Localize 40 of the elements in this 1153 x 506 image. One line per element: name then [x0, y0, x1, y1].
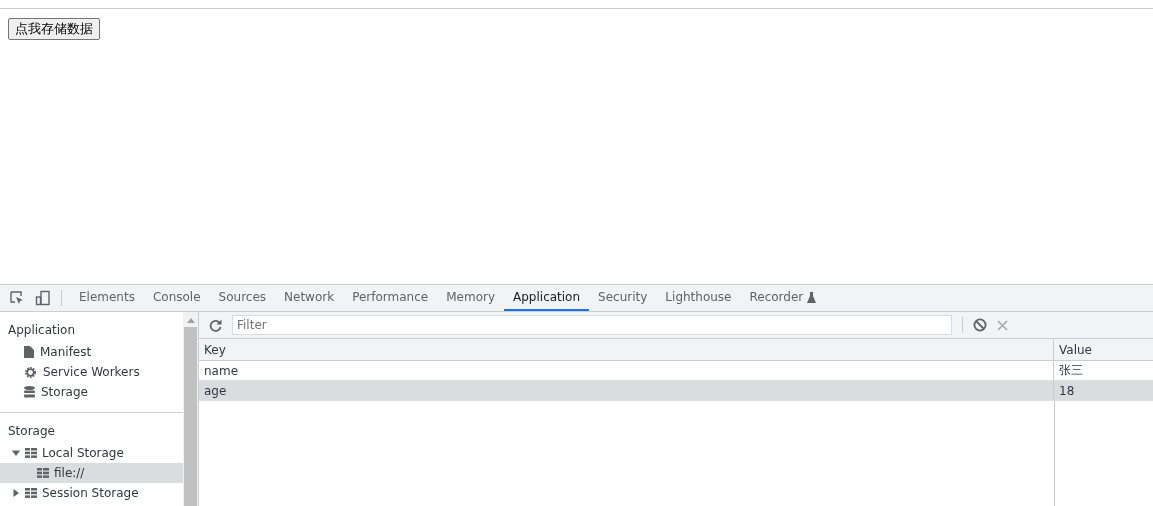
- clear-all-icon[interactable]: [973, 318, 987, 332]
- panel-tab[interactable]: Sources: [209, 285, 276, 311]
- table-cell: name: [199, 361, 1054, 380]
- section-title: Storage: [7, 423, 56, 440]
- panel-tab[interactable]: Memory: [437, 285, 504, 311]
- store-data-button[interactable]: 点我存储数据: [8, 18, 100, 40]
- filter-field[interactable]: Filter: [232, 315, 952, 335]
- column-header[interactable]: Key: [199, 339, 1054, 360]
- table-cell-text: 18: [1058, 382, 1076, 400]
- panel-tab[interactable]: Performance: [343, 285, 438, 311]
- tree-item[interactable]: Session Storage: [0, 483, 183, 503]
- tree-item[interactable]: file://: [0, 463, 183, 483]
- table-cell: age: [199, 381, 1054, 400]
- sidebar-item[interactable]: Storage: [0, 382, 183, 402]
- panel-tab[interactable]: Lighthouse: [656, 285, 741, 311]
- scrollbar[interactable]: [183, 312, 198, 506]
- scrollbar-thumb[interactable]: [184, 327, 197, 506]
- inspect-icon[interactable]: [9, 290, 25, 306]
- panel-tab[interactable]: Network: [275, 285, 344, 311]
- panel-tab[interactable]: Console: [143, 285, 210, 311]
- panel-tab[interactable]: Security: [589, 285, 657, 311]
- file-icon: [24, 346, 34, 358]
- gear-icon: [24, 365, 37, 379]
- database-icon: [24, 386, 35, 398]
- refresh-icon[interactable]: [209, 318, 222, 332]
- tree-item[interactable]: Local Storage: [0, 443, 183, 463]
- expand-arrow-icon[interactable]: [12, 489, 20, 497]
- panel-tab[interactable]: Recorder: [740, 285, 826, 311]
- table-icon: [25, 488, 37, 498]
- sidebar-item[interactable]: Manifest: [0, 342, 183, 362]
- table-icon: [25, 448, 37, 458]
- expand-arrow-icon[interactable]: [12, 449, 20, 457]
- column-header[interactable]: Value: [1054, 339, 1153, 360]
- table-cell-text: 张三: [1058, 362, 1084, 379]
- panel-tab[interactable]: Elements: [70, 285, 144, 311]
- sidebar-item[interactable]: Service Workers: [0, 362, 183, 382]
- section-title: Application: [7, 322, 77, 339]
- device-toolbar-icon[interactable]: [35, 290, 51, 306]
- table-row[interactable]: age 18: [199, 381, 1153, 401]
- table-icon: [37, 468, 49, 478]
